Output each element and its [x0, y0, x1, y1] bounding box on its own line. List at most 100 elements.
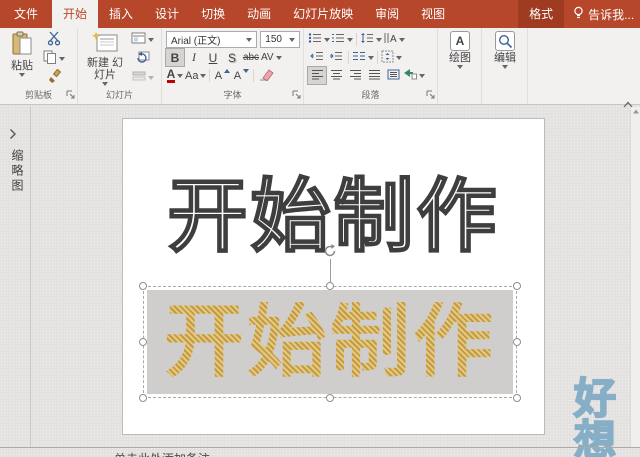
line-spacing-dropdown-icon: [376, 37, 382, 42]
text-direction-button[interactable]: A: [383, 31, 405, 48]
tab-design[interactable]: 设计: [144, 0, 190, 28]
paragraph-group-label: 段落: [361, 90, 380, 100]
scrollbar-up-icon[interactable]: [632, 109, 639, 114]
bullets-button[interactable]: [308, 31, 330, 48]
resize-handle-nw[interactable]: [139, 282, 147, 290]
tab-home[interactable]: 开始: [52, 0, 99, 28]
gold-text[interactable]: 开始制作: [164, 302, 496, 382]
drawing-label: 绘图: [449, 52, 471, 64]
line-spacing-icon: [360, 32, 374, 47]
format-painter-icon: [47, 68, 62, 86]
columns-button[interactable]: [352, 49, 374, 66]
slide-canvas[interactable]: 开始制作 开始制作: [122, 118, 545, 435]
grow-font-label: A: [214, 69, 223, 82]
group-paragraph: A 段落: [304, 28, 438, 104]
thumbnails-panel-divider[interactable]: [30, 106, 31, 447]
new-slide-button[interactable]: 新建 幻灯片: [82, 31, 128, 90]
line-spacing-button[interactable]: [360, 31, 382, 48]
group-font: Arial (正文) 150 B I U S abc AV A Aa A A 字…: [162, 28, 304, 104]
align-right-icon: [349, 69, 362, 83]
magnifier-icon: [495, 31, 515, 51]
resize-handle-e[interactable]: [513, 338, 521, 346]
slides-group-label: 幻灯片: [105, 90, 133, 100]
text-shadow-button[interactable]: S: [223, 49, 241, 66]
expand-thumbnails-chevron-icon[interactable]: [9, 127, 17, 145]
editing-button[interactable]: 编辑: [494, 31, 516, 104]
layout-button[interactable]: [131, 31, 154, 48]
format-painter-button[interactable]: [43, 68, 65, 86]
resize-handle-sw[interactable]: [139, 394, 147, 402]
shrink-font-label: A: [233, 69, 242, 82]
font-color-button[interactable]: A: [166, 67, 184, 84]
increase-indent-button[interactable]: [327, 49, 345, 66]
section-dropdown-icon: [147, 75, 154, 80]
shrink-font-button[interactable]: A: [232, 67, 250, 84]
character-spacing-dropdown-icon: [275, 55, 282, 60]
vertical-scrollbar[interactable]: [630, 107, 640, 447]
scissors-icon: [47, 31, 62, 49]
paste-button[interactable]: 粘贴: [4, 31, 40, 90]
resize-handle-s[interactable]: [326, 394, 334, 402]
numbering-button[interactable]: [331, 31, 353, 48]
selected-textbox[interactable]: 开始制作: [139, 244, 521, 402]
group-slides: 新建 幻灯片 幻灯片: [78, 28, 162, 104]
smartart-button[interactable]: [403, 67, 425, 84]
section-button[interactable]: [131, 69, 154, 86]
tab-review[interactable]: 审阅: [364, 0, 410, 28]
resize-handle-w[interactable]: [139, 338, 147, 346]
decrease-indent-button[interactable]: [308, 49, 326, 66]
font-size-combobox[interactable]: 150: [260, 31, 300, 48]
editing-dropdown-icon: [502, 65, 508, 69]
clipboard-dialog-launcher-icon[interactable]: [66, 90, 75, 102]
grow-font-button[interactable]: A: [213, 67, 231, 84]
font-dialog-launcher-icon[interactable]: [292, 90, 301, 102]
align-text-icon: [381, 50, 394, 66]
align-left-button[interactable]: [307, 66, 327, 85]
character-spacing-button[interactable]: AV: [261, 49, 282, 66]
notes-pane-divider[interactable]: [0, 447, 640, 448]
align-right-button[interactable]: [346, 67, 364, 84]
strikethrough-button[interactable]: abc: [242, 49, 260, 66]
group-drawing: A 绘图: [438, 28, 482, 104]
bold-button[interactable]: B: [165, 48, 185, 67]
tab-animations[interactable]: 动画: [236, 0, 282, 28]
character-spacing-label: AV: [261, 52, 274, 63]
justify-button[interactable]: [365, 67, 383, 84]
align-left-icon: [311, 69, 324, 83]
copy-button[interactable]: [43, 50, 65, 67]
font-name-combobox[interactable]: Arial (正文): [166, 31, 258, 48]
resize-handle-ne[interactable]: [513, 282, 521, 290]
paragraph-dialog-launcher-icon[interactable]: [426, 90, 435, 102]
smartart-icon: [403, 68, 417, 83]
tab-slideshow[interactable]: 幻灯片放映: [282, 0, 364, 28]
decrease-indent-icon: [310, 50, 324, 65]
tab-view[interactable]: 视图: [410, 0, 456, 28]
reset-button[interactable]: [131, 50, 154, 67]
copy-icon: [43, 50, 57, 67]
notes-placeholder[interactable]: 单击此处添加备注: [114, 450, 210, 457]
cut-button[interactable]: [43, 31, 65, 48]
thumbnails-panel-label[interactable]: 缩略图: [9, 149, 26, 194]
tab-file[interactable]: 文件: [0, 0, 52, 28]
lightbulb-icon: [573, 6, 584, 23]
tell-me-box[interactable]: 告诉我...: [564, 0, 640, 28]
tab-format[interactable]: 格式: [518, 0, 565, 28]
ribbon: 粘贴 剪贴板 新建 幻灯片 幻灯片 Arial (正文) 150 B I U S…: [0, 28, 640, 105]
underline-button[interactable]: U: [204, 49, 222, 66]
clear-formatting-button[interactable]: [257, 67, 275, 84]
align-text-button[interactable]: [381, 49, 402, 66]
new-slide-icon: [91, 31, 119, 56]
align-center-button[interactable]: [327, 67, 345, 84]
distribute-button[interactable]: [384, 67, 402, 84]
new-slide-dropdown-icon: [102, 82, 108, 86]
resize-handle-se[interactable]: [513, 394, 521, 402]
rotation-handle-icon[interactable]: [322, 243, 338, 259]
smartart-dropdown-icon: [419, 73, 425, 78]
italic-button[interactable]: I: [185, 49, 203, 66]
drawing-button[interactable]: A 绘图: [449, 31, 471, 104]
increase-indent-icon: [329, 50, 343, 65]
resize-handle-n[interactable]: [326, 282, 334, 290]
tab-transitions[interactable]: 切换: [190, 0, 236, 28]
tab-insert[interactable]: 插入: [98, 0, 144, 28]
change-case-button[interactable]: Aa: [185, 67, 207, 84]
